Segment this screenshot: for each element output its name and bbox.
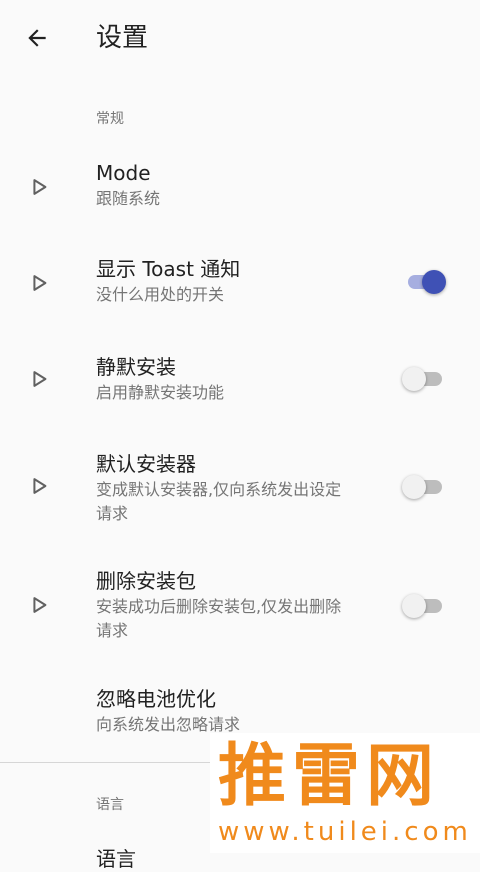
section-header-language: 语言 bbox=[96, 797, 124, 813]
play-triangle-icon bbox=[33, 179, 47, 195]
toast-switch[interactable] bbox=[402, 267, 446, 297]
pref-title: 显示 Toast 通知 bbox=[96, 257, 241, 281]
pref-default-installer[interactable]: 默认安装器 变成默认安装器,仅向系统发出设定请求 bbox=[0, 432, 480, 546]
pref-delete-package[interactable]: 删除安装包 安装成功后删除安装包,仅发出删除请求 bbox=[0, 550, 480, 664]
switch-thumb bbox=[402, 475, 426, 499]
play-triangle-icon bbox=[33, 275, 47, 291]
pref-mode[interactable]: Mode 跟随系统 bbox=[0, 140, 480, 230]
pref-summary: 启用静默安装功能 bbox=[96, 383, 225, 402]
silent-install-switch[interactable] bbox=[402, 364, 446, 394]
play-triangle-icon bbox=[33, 478, 47, 494]
watermark-logo: 推雷网 www.tuilei.com bbox=[210, 733, 480, 853]
switch-thumb bbox=[422, 270, 446, 294]
pref-summary: 安装成功后删除安装包,仅发出删除请求 bbox=[96, 597, 342, 640]
watermark-url: www.tuilei.com bbox=[218, 817, 472, 847]
switch-thumb bbox=[402, 594, 426, 618]
pref-title: 默认安装器 bbox=[96, 452, 196, 476]
default-installer-switch[interactable] bbox=[402, 472, 446, 502]
play-triangle-icon bbox=[33, 597, 47, 613]
back-button[interactable] bbox=[14, 18, 60, 58]
pref-summary: 变成默认安装器,仅向系统发出设定请求 bbox=[96, 480, 342, 523]
switch-thumb bbox=[402, 367, 426, 391]
pref-silent-install[interactable]: 静默安装 启用静默安装功能 bbox=[0, 332, 480, 422]
pref-title: 静默安装 bbox=[96, 355, 176, 379]
arrow-back-icon bbox=[28, 29, 46, 47]
pref-title: 删除安装包 bbox=[96, 569, 196, 593]
delete-package-switch[interactable] bbox=[402, 591, 446, 621]
page-title: 设置 bbox=[96, 23, 149, 53]
pref-toast[interactable]: 显示 Toast 通知 没什么用处的开关 bbox=[0, 236, 480, 326]
play-triangle-icon bbox=[33, 371, 47, 387]
pref-summary: 跟随系统 bbox=[96, 189, 161, 208]
app-bar: 设置 bbox=[0, 0, 480, 78]
pref-title: Mode bbox=[96, 161, 151, 185]
section-header-general: 常规 bbox=[96, 111, 124, 127]
pref-title: 忽略电池优化 bbox=[96, 687, 216, 711]
watermark-title: 推雷网 bbox=[218, 737, 441, 816]
pref-summary: 没什么用处的开关 bbox=[96, 285, 225, 304]
